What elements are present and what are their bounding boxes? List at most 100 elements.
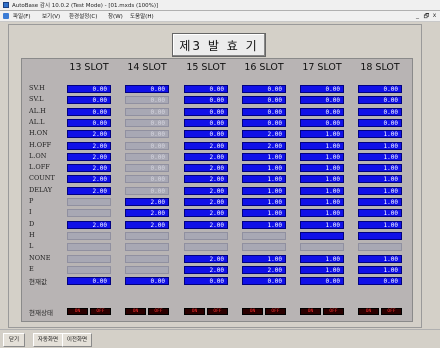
value-cell[interactable]: 0.00 (242, 119, 286, 127)
value-cell[interactable] (67, 266, 111, 274)
menu-file[interactable]: 파일(F) (13, 12, 31, 20)
value-cell[interactable]: 1.00 (358, 266, 402, 274)
value-cell[interactable]: 1.00 (358, 198, 402, 206)
value-cell[interactable] (125, 255, 169, 263)
value-cell[interactable]: 1.00 (300, 142, 344, 150)
value-cell[interactable]: 0.00 (358, 85, 402, 93)
value-cell[interactable] (67, 209, 111, 217)
value-cell[interactable]: 1.00 (242, 187, 286, 195)
value-cell[interactable] (242, 232, 286, 240)
document-icon[interactable] (3, 13, 9, 19)
value-cell[interactable]: 0.00 (125, 164, 169, 172)
value-cell[interactable]: 1.00 (300, 266, 344, 274)
value-cell[interactable] (125, 232, 169, 240)
value-cell[interactable]: 0.00 (125, 277, 169, 285)
value-cell[interactable]: 0.00 (358, 108, 402, 116)
value-cell[interactable] (300, 243, 344, 251)
menu-window[interactable]: 창(W) (108, 12, 123, 20)
value-cell[interactable] (125, 266, 169, 274)
value-cell[interactable]: 0.00 (242, 96, 286, 104)
value-cell[interactable]: 0.00 (184, 108, 228, 116)
value-cell[interactable]: 0.00 (125, 130, 169, 138)
value-cell[interactable]: 0.00 (300, 96, 344, 104)
value-cell[interactable]: 2.00 (184, 221, 228, 229)
value-cell[interactable]: 2.00 (184, 175, 228, 183)
value-cell[interactable] (67, 255, 111, 263)
auto-screen-button[interactable]: 자동화면 (33, 333, 63, 347)
value-cell[interactable]: 1.00 (242, 255, 286, 263)
value-cell[interactable] (184, 243, 228, 251)
value-cell[interactable]: 1.00 (300, 198, 344, 206)
value-cell[interactable]: 2.00 (67, 221, 111, 229)
value-cell[interactable]: 0.00 (67, 119, 111, 127)
value-cell[interactable]: 0.00 (184, 119, 228, 127)
value-cell[interactable]: 1.00 (358, 142, 402, 150)
value-cell[interactable]: 2.00 (125, 198, 169, 206)
value-cell[interactable]: 0.00 (184, 130, 228, 138)
value-cell[interactable]: 1.00 (358, 221, 402, 229)
value-cell[interactable]: 2.00 (67, 164, 111, 172)
value-cell[interactable]: 1.00 (242, 198, 286, 206)
value-cell[interactable]: 2.00 (67, 142, 111, 150)
value-cell[interactable]: 0.00 (125, 153, 169, 161)
value-cell[interactable]: 2.00 (184, 142, 228, 150)
value-cell[interactable]: 2.00 (125, 221, 169, 229)
value-cell[interactable]: 1.00 (300, 221, 344, 229)
value-cell[interactable]: 0.00 (125, 119, 169, 127)
value-cell[interactable]: 1.00 (358, 164, 402, 172)
value-cell[interactable]: 1.00 (358, 175, 402, 183)
value-cell[interactable]: 2.00 (242, 142, 286, 150)
value-cell[interactable]: 2.00 (67, 175, 111, 183)
value-cell[interactable]: 0.00 (242, 108, 286, 116)
value-cell[interactable]: 2.00 (184, 255, 228, 263)
value-cell[interactable]: 1.00 (300, 164, 344, 172)
value-cell[interactable] (184, 232, 228, 240)
value-cell[interactable]: 0.00 (67, 108, 111, 116)
value-cell[interactable]: 0.00 (125, 142, 169, 150)
value-cell[interactable]: 2.00 (67, 153, 111, 161)
value-cell[interactable]: 0.00 (125, 85, 169, 93)
value-cell[interactable]: 0.00 (184, 96, 228, 104)
value-cell[interactable] (67, 232, 111, 240)
value-cell[interactable]: 0.00 (242, 85, 286, 93)
value-cell[interactable]: 1.00 (300, 209, 344, 217)
close-button[interactable]: 닫기 (3, 333, 25, 347)
value-cell[interactable]: 0.00 (358, 96, 402, 104)
value-cell[interactable]: 2.00 (184, 209, 228, 217)
value-cell[interactable]: 1.00 (358, 153, 402, 161)
value-cell[interactable]: 2.00 (67, 130, 111, 138)
value-cell[interactable]: 1.00 (358, 209, 402, 217)
minimize-icon[interactable]: _ (414, 12, 421, 19)
value-cell[interactable]: 2.00 (67, 187, 111, 195)
value-cell[interactable]: 2.00 (125, 209, 169, 217)
value-cell[interactable] (300, 232, 344, 240)
value-cell[interactable]: 0.00 (125, 175, 169, 183)
menu-view[interactable]: 보기(V) (42, 12, 60, 20)
value-cell[interactable]: 0.00 (125, 108, 169, 116)
value-cell[interactable]: 2.00 (184, 266, 228, 274)
value-cell[interactable]: 0.00 (125, 96, 169, 104)
value-cell[interactable]: 2.00 (242, 130, 286, 138)
value-cell[interactable]: 0.00 (358, 119, 402, 127)
value-cell[interactable]: 1.00 (358, 130, 402, 138)
value-cell[interactable] (358, 243, 402, 251)
value-cell[interactable]: 0.00 (300, 277, 344, 285)
value-cell[interactable]: 0.00 (184, 277, 228, 285)
close-icon[interactable]: x (431, 12, 438, 19)
value-cell[interactable]: 0.00 (300, 85, 344, 93)
value-cell[interactable] (67, 198, 111, 206)
value-cell[interactable]: 2.00 (242, 266, 286, 274)
value-cell[interactable]: 0.00 (184, 85, 228, 93)
value-cell[interactable]: 1.00 (358, 255, 402, 263)
value-cell[interactable]: 2.00 (184, 187, 228, 195)
value-cell[interactable]: 0.00 (358, 277, 402, 285)
previous-screen-button[interactable]: 이전화면 (62, 333, 92, 347)
value-cell[interactable] (67, 243, 111, 251)
value-cell[interactable]: 0.00 (67, 96, 111, 104)
menu-settings[interactable]: 환경설정(C) (69, 12, 97, 20)
value-cell[interactable]: 1.00 (300, 187, 344, 195)
value-cell[interactable]: 1.00 (300, 255, 344, 263)
value-cell[interactable]: 1.00 (300, 153, 344, 161)
value-cell[interactable] (358, 232, 402, 240)
value-cell[interactable]: 0.00 (67, 277, 111, 285)
